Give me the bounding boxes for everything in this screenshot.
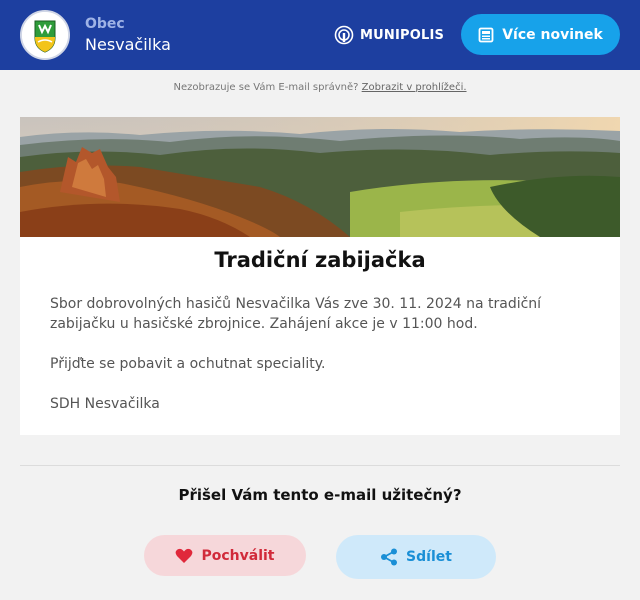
section-divider [20, 465, 620, 466]
heart-icon [176, 548, 193, 563]
newspaper-icon [478, 27, 494, 42]
praise-button[interactable]: Pochválit [144, 535, 306, 576]
notice-text: Nezobrazuje se Vám E-mail správně? [173, 82, 359, 93]
view-in-browser-link[interactable]: Zobrazit v prohlížeči. [362, 82, 467, 93]
article-signature: SDH Nesvačilka [50, 396, 160, 412]
feedback-question: Přišel Vám tento e-mail užitečný? [178, 486, 462, 504]
article-card [20, 117, 620, 435]
header-bar: Obec Nesvačilka MUNIPOLIS Více novinek [0, 0, 640, 70]
municipality-name: Nesvačilka [85, 35, 171, 54]
share-label: Sdílet [406, 549, 452, 565]
article-paragraph-callout: Přijďte se pobavit a ochutnat speciality… [50, 356, 326, 372]
more-news-label: Více novinek [502, 26, 603, 43]
share-icon [381, 548, 398, 566]
munipolis-brand-text: MUNIPOLIS [360, 27, 445, 43]
munipolis-logo[interactable]: MUNIPOLIS [334, 23, 444, 47]
hero-landscape-image [20, 117, 620, 237]
more-news-button[interactable]: Více novinek [461, 14, 620, 55]
praise-label: Pochválit [201, 547, 275, 564]
view-in-browser-notice: Nezobrazuje se Vám E-mail správně? Zobra… [0, 82, 640, 93]
coat-of-arms-icon [22, 12, 68, 58]
article-title: Tradiční zabijačka [214, 248, 426, 272]
municipality-logo[interactable] [20, 10, 70, 60]
share-button[interactable]: Sdílet [336, 535, 496, 579]
municipality-type-label: Obec [85, 16, 125, 32]
article-paragraph-invitation: Sbor dobrovolných hasičů Nesvačilka Vás … [50, 296, 542, 332]
broadcast-icon [334, 25, 354, 45]
